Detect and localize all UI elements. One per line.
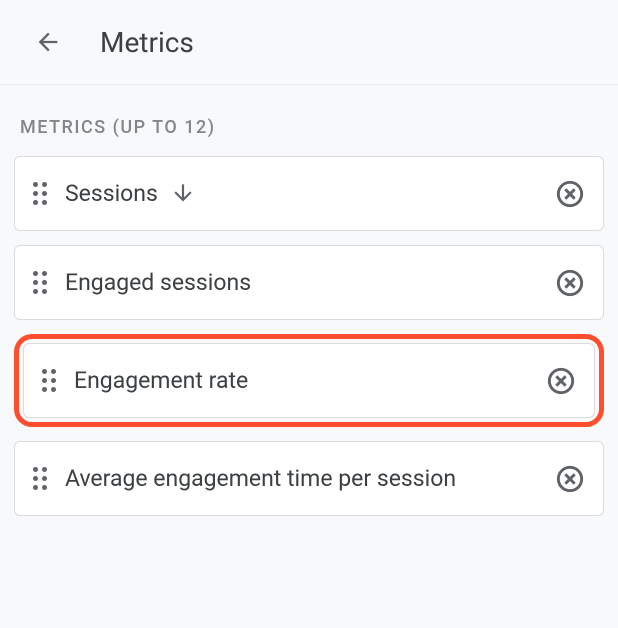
remove-button[interactable] — [555, 464, 585, 494]
close-circle-icon — [556, 269, 584, 297]
drag-handle-icon[interactable] — [33, 182, 47, 205]
content: METRICS (UP TO 12) Sessions Engaged sess… — [0, 85, 618, 550]
drag-handle-icon[interactable] — [33, 467, 47, 490]
metric-label: Engaged sessions — [65, 268, 555, 298]
drag-handle-icon[interactable] — [42, 369, 56, 392]
metric-item[interactable]: Average engagement time per session — [14, 441, 604, 516]
arrow-left-icon — [34, 28, 62, 56]
metric-item[interactable]: Engagement rate — [23, 343, 595, 418]
metric-label: Engagement rate — [74, 366, 546, 396]
page-title: Metrics — [100, 26, 194, 59]
arrow-down-icon — [170, 180, 196, 206]
remove-button[interactable] — [555, 179, 585, 209]
metric-item[interactable]: Sessions — [14, 156, 604, 231]
highlighted-metric: Engagement rate — [14, 334, 604, 427]
metric-label: Average engagement time per session — [65, 464, 555, 494]
remove-button[interactable] — [555, 268, 585, 298]
remove-button[interactable] — [546, 366, 576, 396]
metric-label: Sessions — [65, 179, 158, 209]
metric-item[interactable]: Engaged sessions — [14, 245, 604, 320]
section-label: METRICS (UP TO 12) — [20, 117, 604, 138]
close-circle-icon — [547, 367, 575, 395]
close-circle-icon — [556, 180, 584, 208]
header: Metrics — [0, 0, 618, 85]
close-circle-icon — [556, 465, 584, 493]
drag-handle-icon[interactable] — [33, 271, 47, 294]
back-button[interactable] — [24, 18, 72, 66]
